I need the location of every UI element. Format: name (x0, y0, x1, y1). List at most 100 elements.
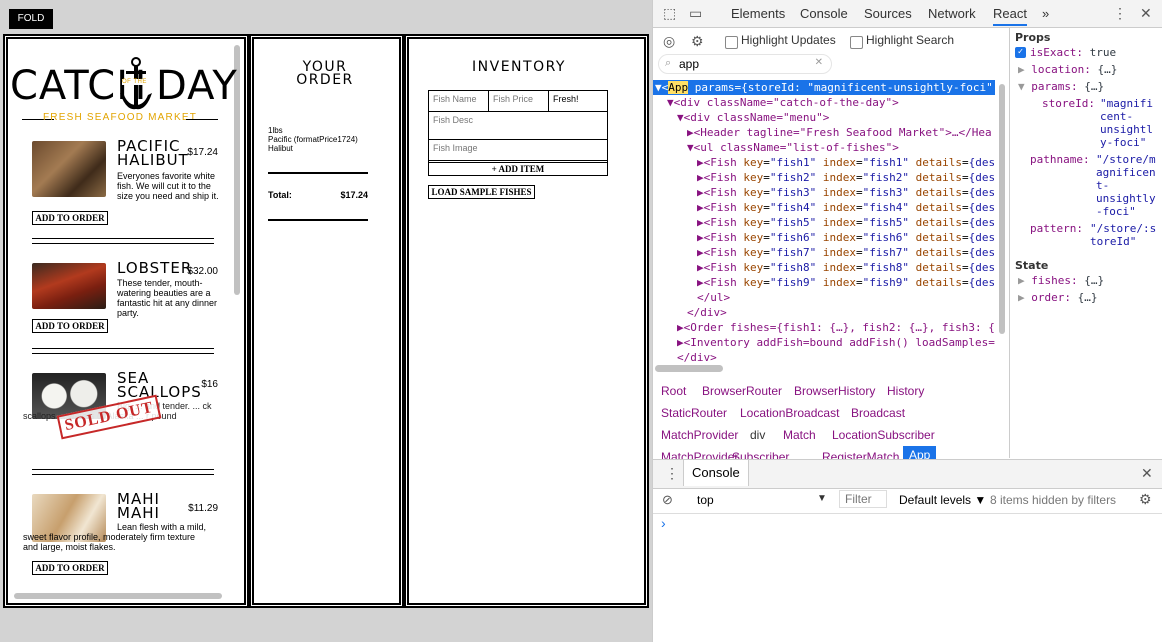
prop-pattern[interactable]: pattern: (1030, 222, 1083, 235)
react-search-input[interactable]: ⌕ app ✕ (658, 54, 832, 74)
props-pane: Props ✓ isExact: true ▶ location: {…} ▼ … (1010, 28, 1162, 458)
tree-row-fish[interactable]: ▶<Fish key="fish8" index="fish8" details… (697, 260, 995, 275)
tree-row-app[interactable]: ▼<App params={storeId: "magnificent-unsi… (655, 80, 993, 95)
add-to-order-button[interactable]: ADD TO ORDER (32, 319, 108, 333)
tree-row-fish[interactable]: ▶<Fish key="fish1" index="fish1" details… (697, 155, 995, 170)
order-line-item: 1lbs Pacific (formatPrice1724) Halibut (268, 126, 358, 153)
breadcrumb-item[interactable]: StaticRouter (661, 406, 727, 420)
tree-row[interactable]: </ul> (697, 290, 730, 305)
clear-console-icon[interactable]: ⊘ (662, 492, 673, 508)
search-icon: ⌕ (665, 57, 672, 69)
console-filter-input[interactable]: Filter (839, 490, 887, 508)
close-devtools-icon[interactable]: ✕ (1140, 5, 1152, 22)
console-drawer-tab[interactable]: Console (683, 460, 749, 486)
fish-price-input[interactable]: Fish Price (489, 91, 549, 112)
tree-row[interactable]: ▶<Order fishes={fish1: {…}, fish2: {…}, … (677, 320, 995, 335)
breadcrumb-item[interactable]: div (750, 428, 765, 442)
menu-separator (32, 348, 214, 354)
add-item-button[interactable]: + ADD ITEM (428, 162, 608, 176)
tree-row-fish[interactable]: ▶<Fish key="fish2" index="fish2" details… (697, 170, 995, 185)
breadcrumb-item[interactable]: BrowserRouter (702, 384, 782, 398)
load-sample-fishes-button[interactable]: LOAD SAMPLE FISHES (428, 185, 535, 199)
tree-row[interactable]: ▼<div className="catch-of-the-day"> (667, 95, 899, 110)
add-to-order-button[interactable]: ADD TO ORDER (32, 561, 108, 575)
tree-row[interactable]: ▼<div className="menu"> (677, 110, 829, 125)
inventory-title: INVENTORY (472, 59, 566, 75)
drawer-menu-icon[interactable]: ⋮ (665, 465, 679, 482)
fish-desc-textarea[interactable]: Fish Desc (429, 112, 607, 140)
breadcrumb-item[interactable]: Root (661, 384, 686, 398)
breadcrumb-item[interactable]: History (887, 384, 924, 398)
fish-name: LOBSTER (117, 259, 193, 277)
clear-search-icon[interactable]: ✕ (815, 57, 823, 68)
fish-price: $11.29 (188, 503, 218, 514)
console-prompt[interactable]: › (661, 515, 666, 531)
tab-console[interactable]: Console (800, 6, 848, 21)
tree-row[interactable]: </div> (687, 305, 727, 320)
breadcrumb-item[interactable]: BrowserHistory (794, 384, 875, 398)
tagline-right-rule (186, 119, 218, 120)
highlight-search-checkbox[interactable] (850, 36, 863, 49)
tree-row[interactable]: ▶<Inventory addFish=bound addFish() load… (677, 335, 995, 350)
fish-description: Lean flesh with a mild, sweet flavor pro… (23, 522, 207, 552)
anchor-icon (118, 57, 154, 113)
component-tree: ▼<App params={storeId: "magnificent-unsi… (653, 80, 997, 362)
console-settings-gear-icon[interactable]: ⚙ (1139, 491, 1152, 508)
order-title: YOUR ORDER (296, 59, 354, 88)
close-drawer-icon[interactable]: ✕ (1141, 465, 1153, 482)
checkbox-checked-icon[interactable]: ✓ (1015, 47, 1026, 58)
devtools-toolbar: ⬚ ▭ Elements Console Sources Network Rea… (653, 0, 1162, 28)
fish-image-input[interactable]: Fish Image (429, 140, 607, 161)
breadcrumb-item[interactable]: Match (783, 428, 816, 442)
tree-horizontal-scrollbar[interactable] (655, 365, 723, 372)
tree-row[interactable]: </div> (677, 350, 717, 362)
more-tabs-icon[interactable]: » (1042, 6, 1049, 21)
target-icon[interactable]: ◎ (663, 33, 675, 50)
tree-row-fish[interactable]: ▶<Fish key="fish3" index="fish3" details… (697, 185, 995, 200)
highlight-updates-label: Highlight Updates (741, 33, 836, 47)
fold-button[interactable]: FOLD (9, 9, 53, 29)
tab-sources[interactable]: Sources (864, 6, 912, 21)
breadcrumb-item[interactable]: LocationBroadcast (740, 406, 839, 420)
tree-row-fish[interactable]: ▶<Fish key="fish6" index="fish6" details… (697, 230, 995, 245)
prop-storeid[interactable]: storeId: (1042, 97, 1095, 110)
prop-params[interactable]: ▼ params: {…} (1018, 80, 1104, 93)
log-levels-select[interactable]: Default levels ▼ (899, 493, 986, 507)
props-header: Props (1015, 31, 1051, 44)
device-toggle-icon[interactable]: ▭ (689, 5, 702, 22)
fish-name-input[interactable]: Fish Name (429, 91, 489, 112)
breadcrumb-item[interactable]: Broadcast (851, 406, 905, 420)
tree-row-fish[interactable]: ▶<Fish key="fish7" index="fish7" details… (697, 245, 995, 260)
breadcrumb-item[interactable]: LocationSubscriber (832, 428, 935, 442)
lobster-image (32, 263, 106, 309)
tree-row-fish[interactable]: ▶<Fish key="fish5" index="fish5" details… (697, 215, 995, 230)
highlight-updates-checkbox[interactable] (725, 36, 738, 49)
tree-vertical-scrollbar[interactable] (999, 84, 1005, 334)
context-dropdown-icon[interactable]: ▼ (817, 493, 827, 504)
state-order[interactable]: ▶ order: {…} (1018, 291, 1098, 304)
tree-row[interactable]: ▼<ul className="list-of-fishes"> (687, 140, 899, 155)
tree-row-fish[interactable]: ▶<Fish key="fish9" index="fish9" details… (697, 275, 995, 290)
add-to-order-button[interactable]: ADD TO ORDER (32, 211, 108, 225)
state-fishes[interactable]: ▶ fishes: {…} (1018, 274, 1104, 287)
fish-name: SEA SCALLOPS (117, 369, 202, 401)
tab-network[interactable]: Network (928, 6, 976, 21)
tree-row-fish[interactable]: ▶<Fish key="fish4" index="fish4" details… (697, 200, 995, 215)
context-select[interactable]: top (697, 493, 714, 507)
devtools-panel: ⬚ ▭ Elements Console Sources Network Rea… (652, 0, 1162, 642)
fish-status-select[interactable]: Fresh! (549, 91, 607, 112)
menu-horizontal-scrollbar[interactable] (14, 593, 222, 599)
tab-elements[interactable]: Elements (731, 6, 785, 21)
more-options-icon[interactable]: ⋮ (1113, 5, 1127, 22)
prop-pathname[interactable]: pathname: (1030, 153, 1090, 166)
settings-gear-icon[interactable]: ⚙ (691, 33, 704, 50)
order-rule-top (268, 172, 368, 174)
prop-location[interactable]: ▶ location: {…} (1018, 63, 1117, 76)
prop-isexact[interactable]: isExact: true (1030, 46, 1116, 59)
fish-name: MAHI MAHI (117, 490, 160, 522)
tab-react[interactable]: React (993, 6, 1027, 26)
inspect-element-icon[interactable]: ⬚ (663, 5, 676, 22)
menu-separator (32, 238, 214, 244)
breadcrumb-item[interactable]: MatchProvider (661, 428, 738, 442)
tree-row[interactable]: ▶<Header tagline="Fresh Seafood Market">… (687, 125, 992, 140)
